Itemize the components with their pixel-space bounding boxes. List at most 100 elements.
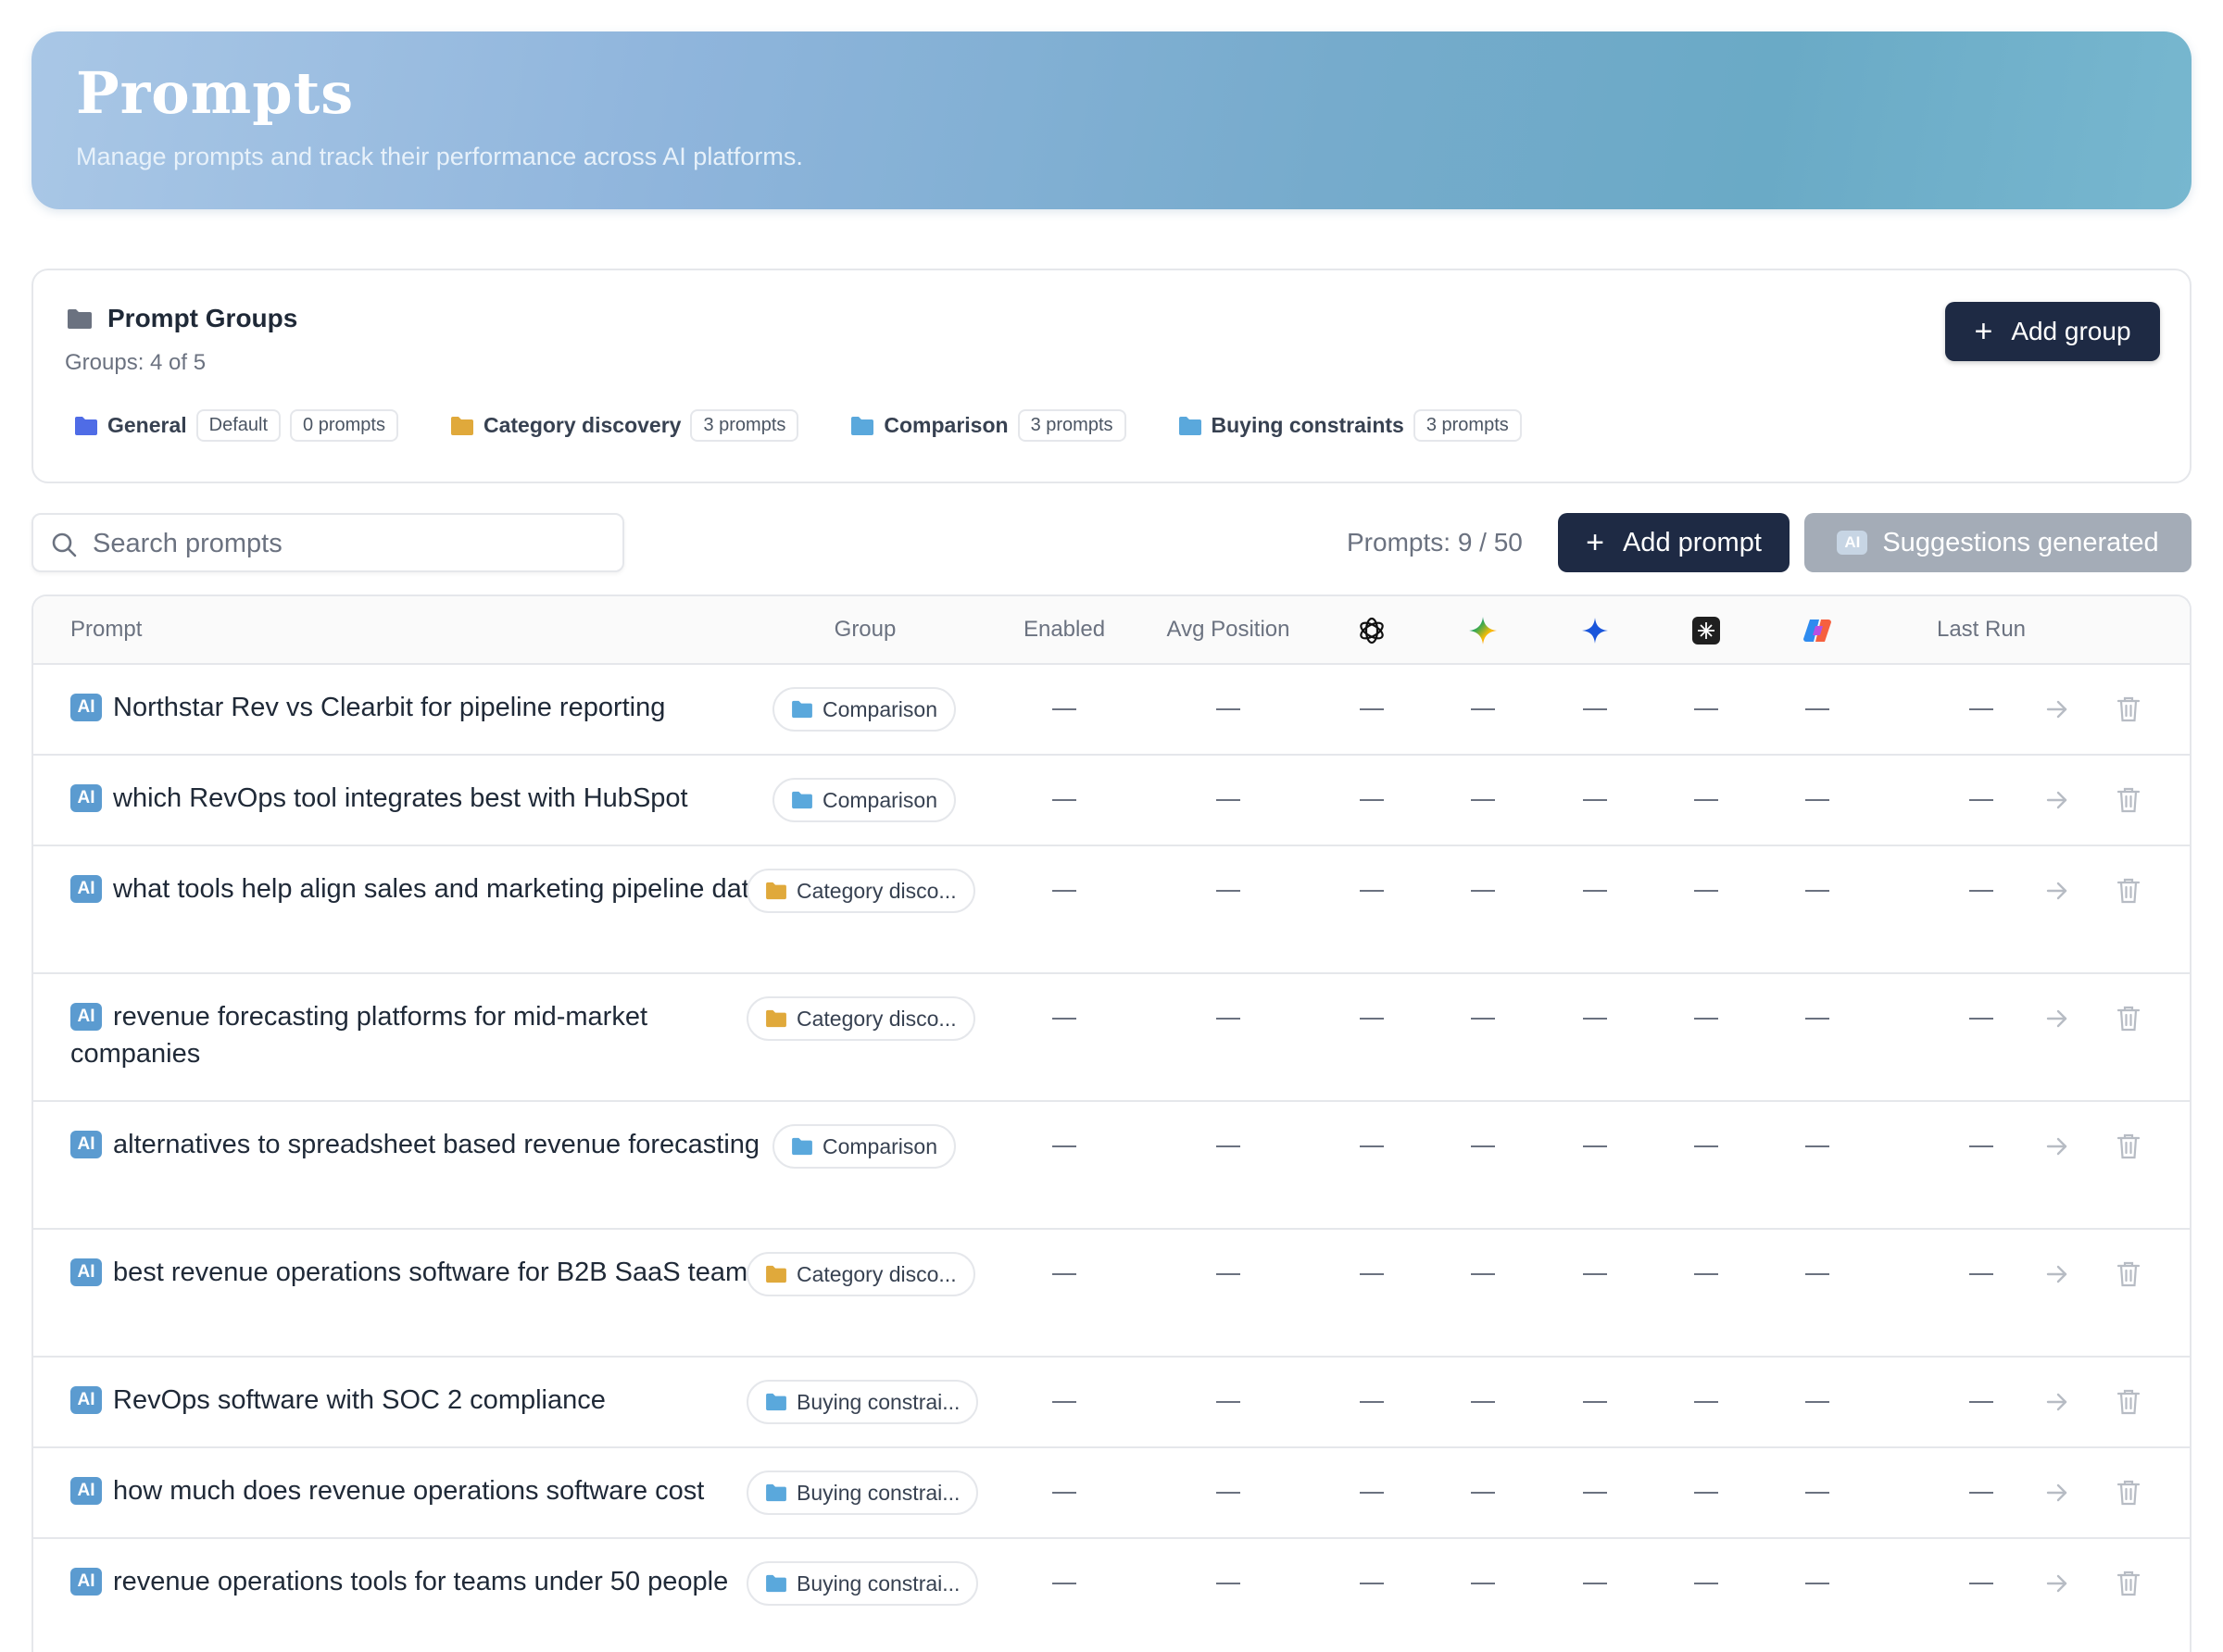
- empty-value-dash: [1583, 1401, 1607, 1403]
- trash-icon[interactable]: [2116, 695, 2141, 723]
- prompt-text[interactable]: AI alternatives to spreadsheet based reve…: [70, 1126, 774, 1163]
- search-box[interactable]: [31, 513, 624, 572]
- group-pill[interactable]: Buying constrai...: [747, 1471, 979, 1515]
- arrow-right-icon[interactable]: [2044, 1261, 2070, 1287]
- prompt-text[interactable]: AI revenue operations tools for teams und…: [70, 1563, 774, 1600]
- folder-icon: [792, 791, 812, 809]
- trash-icon[interactable]: [2116, 786, 2141, 814]
- prompt-count: Prompts: 9 / 50: [1347, 528, 1523, 557]
- folder-icon: [766, 1009, 786, 1028]
- prompt-text[interactable]: AI best revenue operations software for B…: [70, 1254, 774, 1291]
- empty-value-dash: [1694, 1492, 1718, 1494]
- empty-value-dash: [1969, 1401, 1993, 1403]
- prompt-text[interactable]: AI Northstar Rev vs Clearbit for pipeline…: [70, 689, 774, 726]
- group-chip[interactable]: General Default 0 prompts: [74, 409, 398, 442]
- folder-icon: [766, 1483, 786, 1502]
- empty-value-dash: [1969, 1583, 1993, 1584]
- ai-tag: AI: [70, 1477, 102, 1505]
- trash-icon[interactable]: [2116, 1479, 2141, 1507]
- group-chip-name: Buying constraints: [1211, 413, 1404, 437]
- table-row[interactable]: AI Northstar Rev vs Clearbit for pipeline…: [33, 665, 2190, 756]
- suggestions-button[interactable]: AI Suggestions generated: [1804, 513, 2192, 572]
- group-pill[interactable]: Buying constrai...: [747, 1380, 979, 1424]
- trash-icon[interactable]: [2116, 1388, 2141, 1416]
- group-pill[interactable]: Comparison: [772, 687, 956, 732]
- arrow-right-icon[interactable]: [2044, 1480, 2070, 1506]
- arrow-right-icon[interactable]: [2044, 878, 2070, 904]
- page-header-banner: Prompts Manage prompts and track their p…: [31, 31, 2192, 209]
- column-header-last-run[interactable]: Last Run: [1937, 617, 2026, 643]
- table-row[interactable]: AI how much does revenue operations softw…: [33, 1448, 2190, 1539]
- trash-icon[interactable]: [2116, 1005, 2141, 1032]
- empty-value-dash: [1694, 890, 1718, 892]
- trash-icon[interactable]: [2116, 1570, 2141, 1597]
- add-prompt-button[interactable]: + Add prompt: [1558, 513, 1790, 572]
- prompt-label: alternatives to spreadsheet based revenu…: [113, 1130, 760, 1159]
- table-row[interactable]: AI revenue operations tools for teams und…: [33, 1539, 2190, 1652]
- folder-icon: [792, 1137, 812, 1156]
- table-row[interactable]: AI revenue forecasting platforms for mid-…: [33, 974, 2190, 1102]
- ai-badge: AI: [1837, 531, 1868, 555]
- table-row[interactable]: AI alternatives to spreadsheet based reve…: [33, 1102, 2190, 1230]
- ai-tag: AI: [70, 694, 102, 721]
- folder-icon: [766, 882, 786, 900]
- page-title: Prompts: [76, 59, 355, 127]
- table-row[interactable]: AI which RevOps tool integrates best with…: [33, 756, 2190, 846]
- table-row[interactable]: AI what tools help align sales and market…: [33, 846, 2190, 974]
- arrow-right-icon[interactable]: [2044, 696, 2070, 722]
- add-group-button[interactable]: + Add group: [1945, 302, 2160, 361]
- group-pill[interactable]: Comparison: [772, 1124, 956, 1169]
- arrow-right-icon[interactable]: [2044, 1133, 2070, 1159]
- empty-value-dash: [1694, 1273, 1718, 1275]
- empty-value-dash: [1583, 890, 1607, 892]
- empty-value-dash: [1969, 799, 1993, 801]
- column-header-enabled[interactable]: Enabled: [1024, 617, 1105, 643]
- column-header-group[interactable]: Group: [835, 617, 897, 643]
- column-header-avg-position[interactable]: Avg Position: [1167, 617, 1290, 643]
- ai-tag: AI: [70, 875, 102, 903]
- prompt-text[interactable]: AI how much does revenue operations softw…: [70, 1472, 774, 1509]
- prompt-label: what tools help align sales and marketin…: [113, 874, 764, 904]
- prompt-text[interactable]: AI RevOps software with SOC 2 compliance: [70, 1382, 774, 1419]
- prompt-count-value: 9 / 50: [1457, 528, 1523, 557]
- empty-value-dash: [1216, 1273, 1240, 1275]
- group-chip[interactable]: Buying constraints 3 prompts: [1178, 409, 1522, 442]
- empty-value-dash: [1216, 1492, 1240, 1494]
- gemini-icon: [1469, 617, 1497, 645]
- group-pill[interactable]: Buying constrai...: [747, 1561, 979, 1606]
- empty-value-dash: [1471, 1492, 1495, 1494]
- group-chip[interactable]: Category discovery 3 prompts: [450, 409, 799, 442]
- group-chip-name: Category discovery: [483, 413, 682, 437]
- trash-icon[interactable]: [2116, 1260, 2141, 1288]
- prompt-text[interactable]: AI which RevOps tool integrates best with…: [70, 780, 774, 817]
- empty-value-dash: [1694, 1583, 1718, 1584]
- empty-value-dash: [1583, 1583, 1607, 1584]
- empty-value-dash: [1052, 890, 1076, 892]
- column-header-prompt[interactable]: Prompt: [70, 617, 142, 643]
- arrow-right-icon[interactable]: [2044, 1571, 2070, 1596]
- empty-value-dash: [1360, 1583, 1384, 1584]
- prompt-text[interactable]: AI revenue forecasting platforms for mid-…: [70, 998, 774, 1072]
- prompt-text[interactable]: AI what tools help align sales and market…: [70, 870, 774, 907]
- group-pill[interactable]: Comparison: [772, 778, 956, 822]
- group-pill-label: Comparison: [823, 696, 937, 721]
- group-chip[interactable]: Comparison 3 prompts: [850, 409, 1126, 442]
- add-group-label: Add group: [2011, 317, 2131, 345]
- trash-icon[interactable]: [2116, 1133, 2141, 1160]
- group-pill[interactable]: Category disco...: [747, 869, 975, 913]
- arrow-right-icon[interactable]: [2044, 1389, 2070, 1415]
- trash-icon[interactable]: [2116, 877, 2141, 905]
- empty-value-dash: [1969, 708, 1993, 710]
- group-pill[interactable]: Category disco...: [747, 996, 975, 1041]
- group-pill[interactable]: Category disco...: [747, 1252, 975, 1296]
- empty-value-dash: [1694, 799, 1718, 801]
- search-input[interactable]: [93, 522, 611, 565]
- arrow-right-icon[interactable]: [2044, 1006, 2070, 1032]
- table-row[interactable]: AI RevOps software with SOC 2 compliance B…: [33, 1358, 2190, 1448]
- table-row[interactable]: AI best revenue operations software for B…: [33, 1230, 2190, 1358]
- group-chip-list: General Default 0 prompts Category discover…: [74, 409, 1574, 442]
- empty-value-dash: [1360, 1492, 1384, 1494]
- arrow-right-icon[interactable]: [2044, 787, 2070, 813]
- empty-value-dash: [1471, 1273, 1495, 1275]
- empty-value-dash: [1471, 890, 1495, 892]
